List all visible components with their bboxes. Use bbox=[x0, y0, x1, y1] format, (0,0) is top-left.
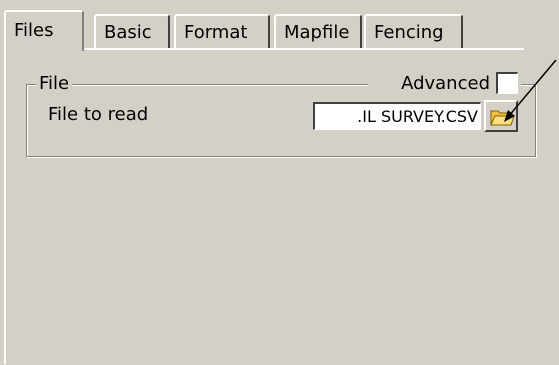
settings-dialog: Files Basic Format Mapfile Fencing File … bbox=[0, 0, 559, 365]
advanced-label: Advanced bbox=[368, 72, 494, 96]
advanced-checkbox[interactable] bbox=[496, 72, 518, 94]
file-group-legend: File bbox=[36, 72, 73, 96]
folder-icon bbox=[490, 110, 515, 126]
tab-basic[interactable]: Basic bbox=[94, 14, 170, 48]
file-to-read-label: File to read bbox=[48, 104, 149, 125]
tab-mapfile[interactable]: Mapfile bbox=[274, 14, 362, 48]
tab-files[interactable]: Files bbox=[4, 10, 84, 51]
browse-button[interactable] bbox=[484, 100, 518, 132]
file-to-read-input[interactable] bbox=[313, 102, 481, 130]
tab-fencing[interactable]: Fencing bbox=[364, 14, 463, 48]
tab-format[interactable]: Format bbox=[174, 14, 270, 48]
